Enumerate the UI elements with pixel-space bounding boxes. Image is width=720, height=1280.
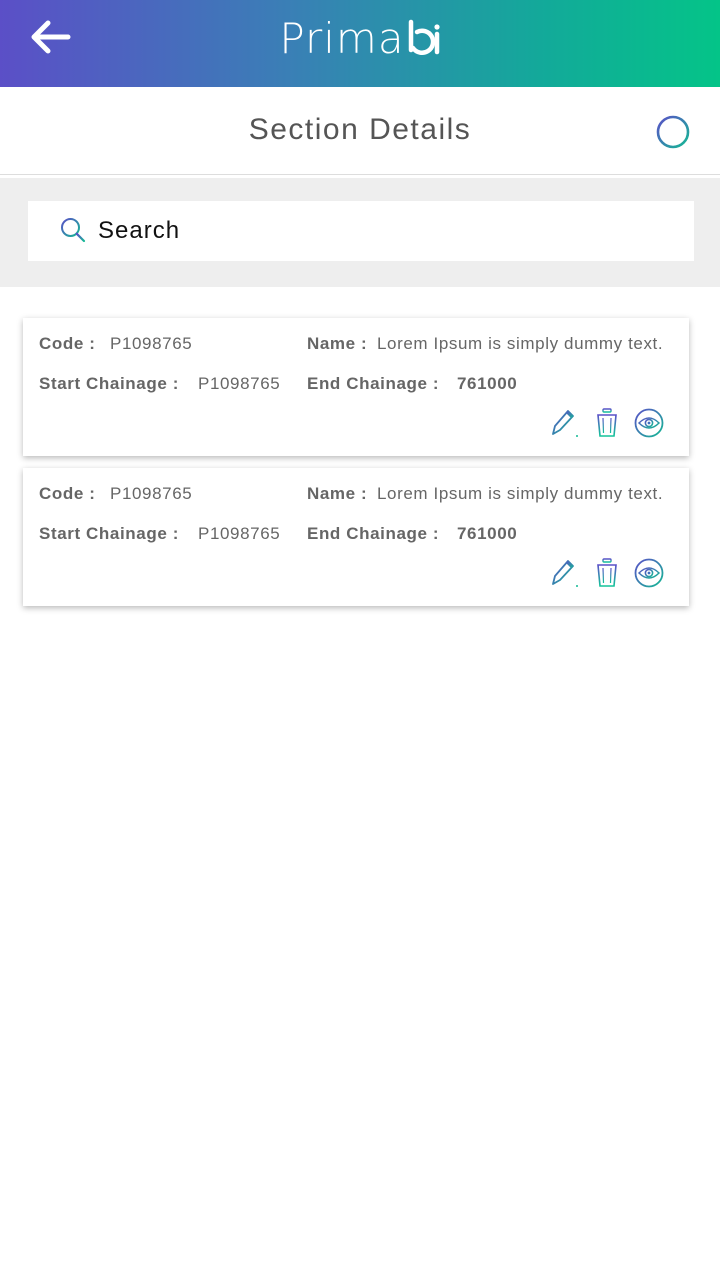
pencil-icon <box>552 560 578 587</box>
search-area <box>0 178 720 287</box>
name-label: Name : <box>307 484 368 503</box>
name-value: Lorem Ipsum is simply dummy text. <box>377 484 664 503</box>
code-label: Code : <box>39 334 96 353</box>
section-card[interactable]: Code : P1098765 Name : Lorem Ipsum is si… <box>23 318 689 456</box>
search-box[interactable] <box>28 201 694 261</box>
delete-button[interactable] <box>592 557 622 589</box>
end-chainage-value: 761000 <box>457 374 518 393</box>
end-chainage-label: End Chainage : <box>307 374 440 393</box>
search-icon <box>61 218 86 243</box>
add-section-button[interactable] <box>655 114 691 150</box>
start-chainage-label: Start Chainage : <box>39 374 179 393</box>
view-button[interactable] <box>634 557 664 589</box>
edit-button[interactable] <box>549 407 579 439</box>
eye-icon <box>634 408 664 438</box>
search-input[interactable] <box>98 211 658 251</box>
delete-button[interactable] <box>592 407 622 439</box>
start-chainage-value: P1098765 <box>198 374 281 393</box>
top-app-bar: Prima <box>0 0 720 87</box>
eye-icon <box>634 558 664 588</box>
code-value: P1098765 <box>110 484 193 503</box>
section-card[interactable]: Code : P1098765 Name : Lorem Ipsum is si… <box>23 468 689 606</box>
back-button[interactable] <box>22 14 78 60</box>
section-title-bar: Section Details <box>0 87 720 175</box>
arrow-left-icon <box>31 20 71 54</box>
page-title: Section Details <box>248 113 472 146</box>
code-value: P1098765 <box>110 334 193 353</box>
view-button[interactable] <box>634 407 664 439</box>
app-logo: Prima <box>260 10 460 66</box>
code-label: Code : <box>39 484 96 503</box>
logo-text: Prima <box>279 13 405 63</box>
plus-circle-icon <box>656 115 690 149</box>
end-chainage-label: End Chainage : <box>307 524 440 543</box>
start-chainage-value: P1098765 <box>198 524 281 543</box>
trash-icon <box>595 408 619 437</box>
start-chainage-label: Start Chainage : <box>39 524 179 543</box>
pencil-icon <box>552 410 578 437</box>
trash-icon <box>595 558 619 587</box>
logo-mark-icon <box>407 18 441 58</box>
name-value: Lorem Ipsum is simply dummy text. <box>377 334 664 353</box>
end-chainage-value: 761000 <box>457 524 518 543</box>
name-label: Name : <box>307 334 368 353</box>
app-screen: Prima Section Details Search Code: P109… <box>0 0 720 1280</box>
edit-button[interactable] <box>549 557 579 589</box>
